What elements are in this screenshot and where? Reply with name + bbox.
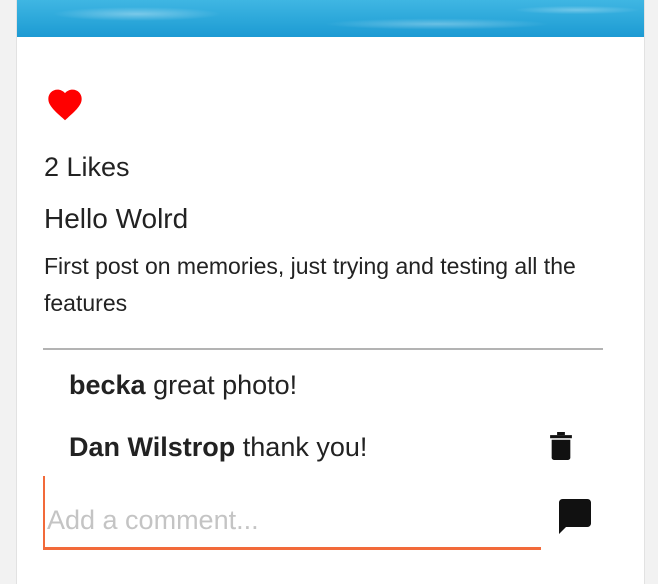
comment-text: great photo! [153,370,298,400]
comment-item: Dan Wilstrop thank you! [69,432,367,463]
post-comment-button[interactable] [555,497,595,537]
comment-input[interactable] [43,476,541,550]
comment-author[interactable]: becka [69,370,146,400]
post-image [17,0,644,37]
like-button[interactable] [45,84,85,122]
comment-text: thank you! [242,432,368,462]
trash-icon [550,432,572,460]
comment-item: becka great photo! [69,370,297,401]
heart-icon [48,89,82,121]
divider [43,348,603,350]
delete-comment-button[interactable] [550,432,572,460]
post-card: 2 Likes Hello Wolrd First post on memori… [16,0,645,584]
comment-icon [559,499,591,534]
likes-count: 2 Likes [44,152,130,182]
post-body: First post on memories, just trying and … [44,253,576,316]
comment-author[interactable]: Dan Wilstrop [69,432,235,462]
post-title: Hello Wolrd [44,203,189,234]
